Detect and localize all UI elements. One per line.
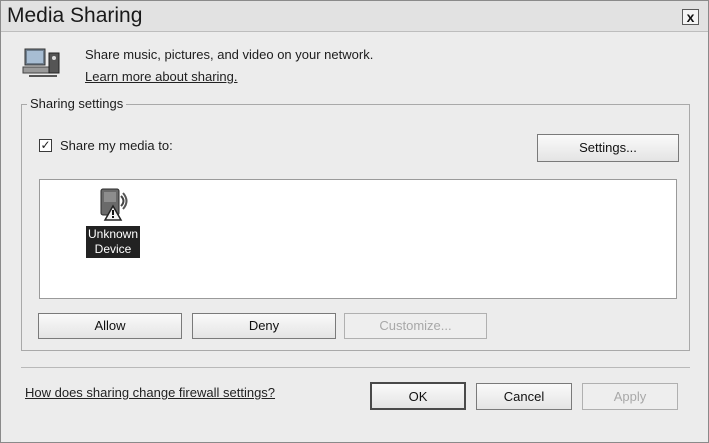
device-label-line1: Unknown (87, 227, 139, 241)
share-media-label[interactable]: Share my media to: (60, 138, 173, 153)
device-label: Unknown Device (85, 226, 141, 258)
cancel-button[interactable]: Cancel (476, 383, 572, 410)
media-sharing-dialog: Media Sharing x Share music, pictures, a… (0, 0, 709, 443)
device-label-line2: Device (94, 242, 132, 256)
footer-divider (21, 367, 690, 368)
share-media-checkbox[interactable]: ✓ (39, 139, 52, 152)
settings-button[interactable]: Settings... (537, 134, 679, 162)
learn-more-link[interactable]: Learn more about sharing. (85, 69, 237, 84)
window-title: Media Sharing (7, 4, 143, 27)
header-description: Share music, pictures, and video on your… (85, 47, 374, 62)
list-item[interactable]: Unknown Device (80, 186, 146, 258)
firewall-settings-link[interactable]: How does sharing change firewall setting… (25, 385, 275, 400)
close-icon: x (686, 9, 695, 25)
close-button[interactable]: x (682, 9, 699, 25)
customize-button[interactable]: Customize... (344, 313, 487, 339)
allow-button[interactable]: Allow (38, 313, 182, 339)
checkmark-icon: ✓ (40, 138, 51, 152)
sharing-settings-label: Sharing settings (27, 96, 127, 111)
ok-button[interactable]: OK (370, 382, 466, 410)
media-sharing-icon (22, 48, 60, 77)
device-list[interactable]: Unknown Device (39, 179, 677, 299)
title-bar[interactable]: Media Sharing x (1, 1, 708, 32)
unknown-device-warning-icon (100, 188, 128, 221)
apply-button[interactable]: Apply (582, 383, 678, 410)
deny-button[interactable]: Deny (192, 313, 336, 339)
